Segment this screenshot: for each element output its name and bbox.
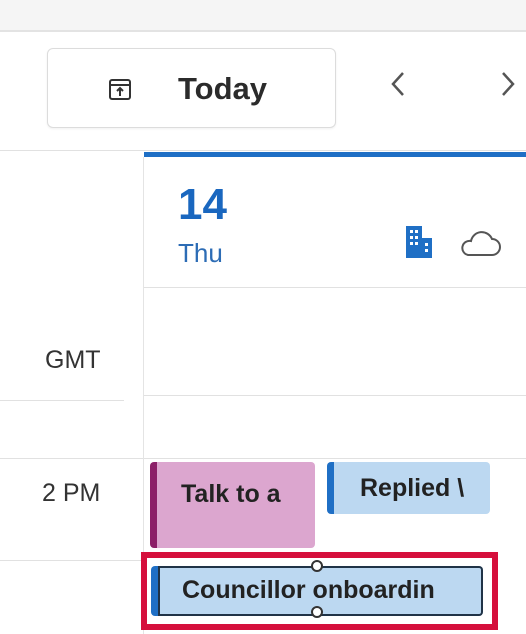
timezone-label: GMT: [45, 346, 101, 374]
header-divider: [0, 150, 526, 151]
column-divider: [143, 157, 144, 634]
previous-day-button[interactable]: [390, 70, 406, 104]
gutter-divider: [0, 400, 124, 401]
allday-divider: [144, 287, 526, 288]
event-title: Replied \: [360, 474, 465, 502]
day-name[interactable]: Thu: [178, 238, 223, 269]
event-talk-to-a[interactable]: Talk to a: [150, 462, 315, 548]
event-title: Talk to a: [181, 480, 281, 508]
next-day-button[interactable]: [500, 70, 516, 104]
event-replied[interactable]: Replied \: [327, 462, 490, 514]
chevron-left-icon: [391, 72, 404, 96]
hour-line-2pm: [0, 458, 526, 459]
building-icon: [406, 226, 432, 258]
time-label-2pm: 2 PM: [42, 479, 101, 507]
event-title: Councillor onboardin: [182, 576, 435, 604]
top-strip-divider: [0, 30, 526, 32]
allday-bottom-divider: [144, 395, 526, 396]
half-hour-line: [0, 560, 144, 561]
resize-handle-bottom[interactable]: [311, 606, 323, 618]
resize-handle-top[interactable]: [311, 560, 323, 572]
calendar-today-icon: [109, 79, 131, 100]
today-button[interactable]: Today: [47, 48, 336, 128]
chevron-right-icon: [502, 72, 515, 96]
time-gutter: [0, 150, 124, 634]
today-indicator-bar: [144, 152, 526, 157]
top-strip: [0, 0, 526, 30]
day-number[interactable]: 14: [178, 180, 227, 230]
cloud-icon: [461, 231, 501, 256]
today-label: Today: [178, 71, 267, 106]
